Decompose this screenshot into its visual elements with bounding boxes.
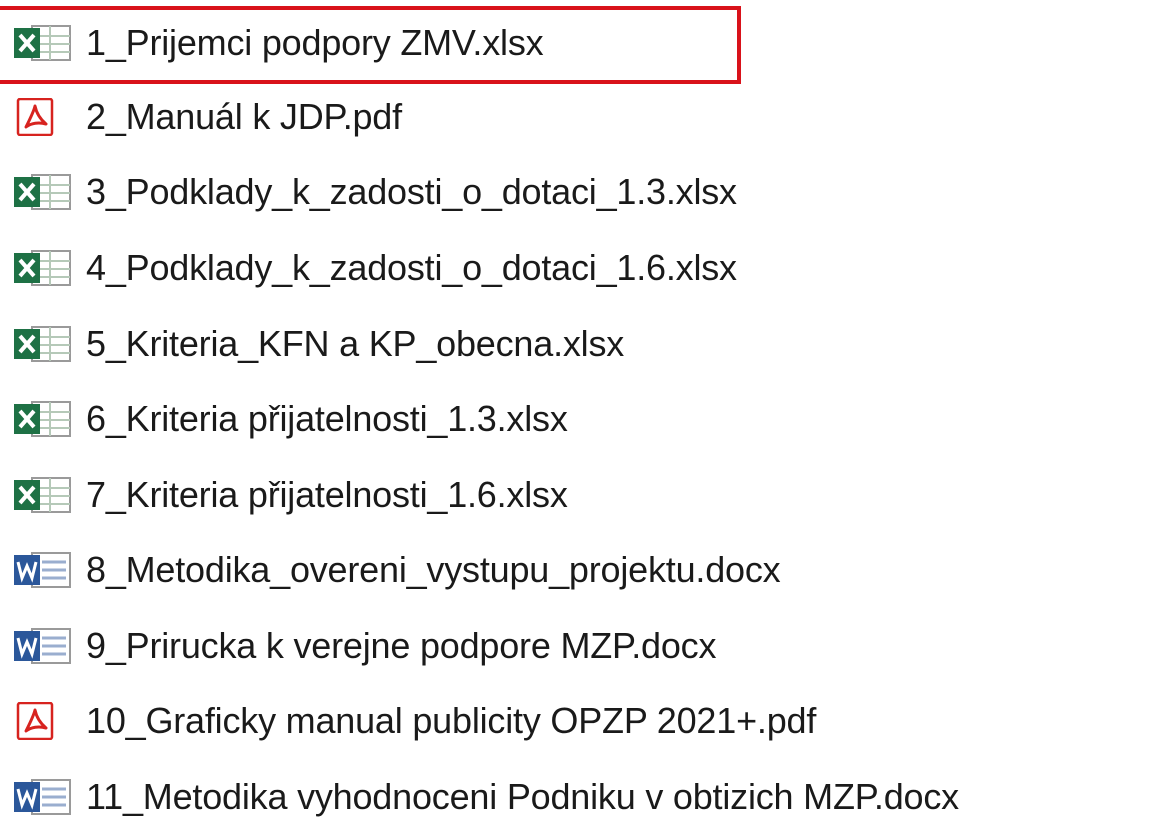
- file-name: 5_Kriteria_KFN a KP_obecna.xlsx: [86, 323, 625, 364]
- file-list: 1_Prijemci podpory ZMV.xlsx 2_Manuál k J…: [0, 0, 1164, 821]
- file-row[interactable]: 9_Prirucka k verejne podpore MZP.docx: [0, 615, 1000, 677]
- file-row[interactable]: 3_Podklady_k_zadosti_o_dotaci_1.3.xlsx: [0, 161, 900, 223]
- pdf-file-icon: [12, 98, 74, 136]
- excel-file-icon: [12, 24, 74, 62]
- file-name: 11_Metodika vyhodnoceni Podniku v obtizi…: [86, 776, 959, 817]
- word-file-icon: [12, 778, 74, 816]
- excel-file-icon: [12, 325, 74, 363]
- excel-file-icon: [12, 249, 74, 287]
- file-name: 2_Manuál k JDP.pdf: [86, 96, 402, 137]
- file-row[interactable]: 8_Metodika_overeni_vystupu_projektu.docx: [0, 539, 1000, 601]
- word-file-icon: [12, 627, 74, 665]
- file-name: 7_Kriteria přijatelnosti_1.6.xlsx: [86, 474, 568, 515]
- file-row[interactable]: 2_Manuál k JDP.pdf: [0, 86, 760, 148]
- file-row[interactable]: 6_Kriteria přijatelnosti_1.3.xlsx: [0, 388, 900, 450]
- pdf-file-icon: [12, 702, 74, 740]
- file-row[interactable]: 1_Prijemci podpory ZMV.xlsx: [0, 6, 760, 84]
- file-row[interactable]: 7_Kriteria přijatelnosti_1.6.xlsx: [0, 464, 900, 526]
- file-name: 1_Prijemci podpory ZMV.xlsx: [86, 22, 544, 63]
- file-name: 6_Kriteria přijatelnosti_1.3.xlsx: [86, 398, 568, 439]
- word-file-icon: [12, 551, 74, 589]
- file-name: 3_Podklady_k_zadosti_o_dotaci_1.3.xlsx: [86, 171, 737, 212]
- excel-file-icon: [12, 400, 74, 438]
- file-name: 10_Graficky manual publicity OPZP 2021+.…: [86, 700, 817, 741]
- file-name: 9_Prirucka k verejne podpore MZP.docx: [86, 625, 717, 666]
- file-row[interactable]: 4_Podklady_k_zadosti_o_dotaci_1.6.xlsx: [0, 237, 900, 299]
- file-name: 4_Podklady_k_zadosti_o_dotaci_1.6.xlsx: [86, 247, 737, 288]
- file-name: 8_Metodika_overeni_vystupu_projektu.docx: [86, 549, 781, 590]
- excel-file-icon: [12, 476, 74, 514]
- file-row[interactable]: 5_Kriteria_KFN a KP_obecna.xlsx: [0, 313, 900, 375]
- excel-file-icon: [12, 173, 74, 211]
- file-row[interactable]: 11_Metodika vyhodnoceni Podniku v obtizi…: [0, 766, 1160, 828]
- file-row[interactable]: 10_Graficky manual publicity OPZP 2021+.…: [0, 690, 1100, 752]
